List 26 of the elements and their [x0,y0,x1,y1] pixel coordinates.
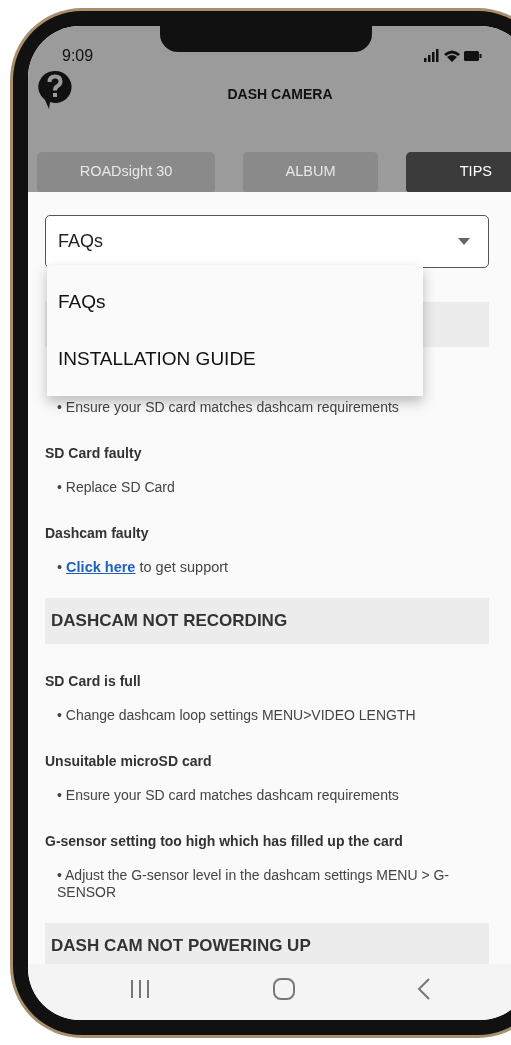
page-title: DASH CAMERA [227,85,333,104]
answer-text: • Click here to get support [56,559,230,576]
support-link[interactable]: Click here [66,559,136,575]
back-icon[interactable] [417,978,432,1000]
answer-text: • Adjust the G-sensor level in the dashcam settings MENU > G-SENSOR [56,866,450,901]
question-heading: Unsuitable microSD card [45,751,213,770]
status-icons [424,49,482,63]
answer-text: • Replace SD Card [56,479,176,496]
status-time: 9:09 [62,46,94,66]
tab[interactable]: TIPS [406,152,511,192]
answer-text: • Change dashcam loop settings MENU>VIDEO LENGTH [56,706,417,724]
answer-text: • Ensure your SD card matches dashcam requirements [56,399,400,416]
question-heading: SD Card is full [45,671,142,690]
faq-dropdown[interactable]: FAQs [45,215,489,268]
dropdown-option[interactable]: FAQs [47,287,423,316]
home-icon[interactable] [272,977,296,1001]
answer-text: • Ensure your SD card matches dashcam requirements [56,786,400,804]
dropdown-option[interactable]: INSTALLATION GUIDE [47,345,423,374]
help-icon[interactable] [38,70,72,110]
dropdown-caret-icon [458,238,470,245]
recent-apps-icon[interactable] [128,979,151,999]
section-header: DASH CAM NOT POWERING UP [45,922,489,964]
section-header: DASHCAM NOT RECORDING [45,598,489,644]
question-heading: G-sensor setting too high which has filled up the card [45,831,404,850]
question-heading: Dashcam faulty [45,524,150,542]
question-heading: SD Card faulty [45,444,143,462]
